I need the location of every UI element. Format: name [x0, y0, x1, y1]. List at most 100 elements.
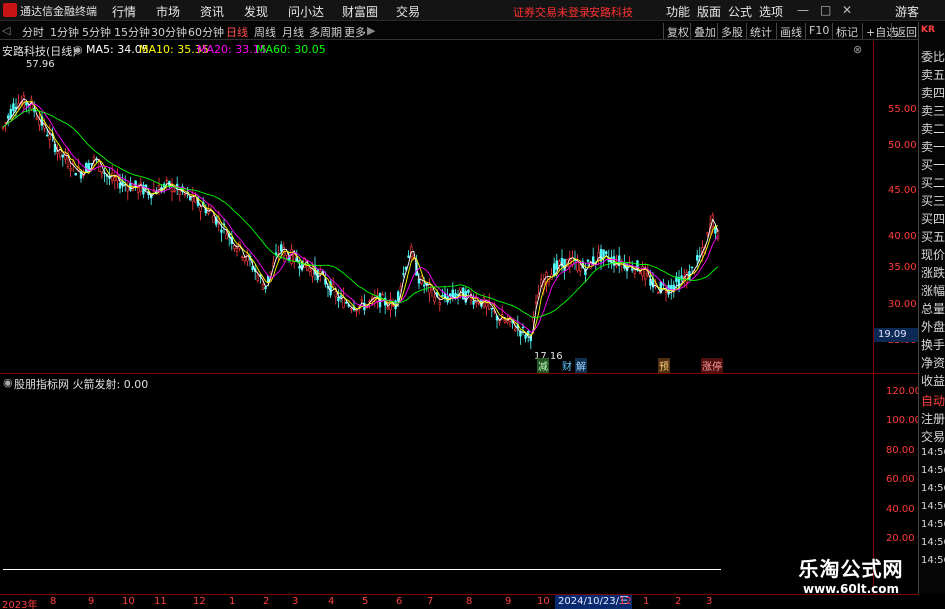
tab-60min[interactable]: 60分钟: [188, 24, 224, 40]
candle-body: [251, 266, 254, 270]
candle-body: [342, 296, 345, 308]
candle-body: [438, 302, 441, 306]
watermark: 乐淘公式网 www.60lt.com: [784, 553, 918, 598]
menu-functions[interactable]: 功能: [666, 3, 690, 20]
multi-stock-button[interactable]: 多股: [717, 23, 746, 39]
f10-button[interactable]: F10: [805, 23, 832, 39]
signal-reduce-badge[interactable]: 减: [537, 358, 549, 373]
mark-button[interactable]: 标记: [832, 23, 861, 39]
candle-body: [45, 134, 49, 137]
tick-time: 14:56: [921, 555, 945, 566]
date-label: 9: [88, 596, 95, 607]
price-tick: 45.00: [888, 185, 917, 196]
candle-body: [69, 168, 72, 171]
back-button[interactable]: 返回: [891, 23, 920, 39]
menu-discover[interactable]: 发现: [244, 3, 268, 20]
app-logo-icon: [3, 3, 17, 17]
tab-daily[interactable]: 日线: [226, 24, 248, 40]
candle-body: [264, 286, 267, 290]
candle-body: [433, 296, 436, 302]
chart-settings-icon[interactable]: ⊗: [853, 43, 862, 56]
tick-time: 14:56: [921, 537, 945, 548]
tab-more[interactable]: 更多: [344, 24, 366, 40]
candle-body: [467, 289, 470, 294]
candle-body: [690, 266, 694, 269]
candle-body: [279, 244, 283, 252]
menu-news[interactable]: 资讯: [200, 3, 224, 20]
kline-chart[interactable]: 安路科技(日线) ◉ MA5: 34.05 MA10: 35.35 MA20: …: [0, 41, 918, 372]
candle-body: [381, 294, 384, 296]
signal-limit-up-badge[interactable]: 涨停: [701, 358, 723, 373]
signal-unlock-badge[interactable]: 解: [575, 358, 587, 373]
draw-line-button[interactable]: 画线: [776, 23, 805, 39]
menu-layout[interactable]: 版面: [697, 3, 721, 20]
statistics-button[interactable]: 统计: [746, 23, 775, 39]
candle-body: [189, 196, 192, 201]
quote-panel[interactable]: KR 委比 卖五 卖四 卖三 卖二 卖一 买一 买二 买三 买四 买五 现价 涨…: [918, 22, 945, 594]
candle-body: [118, 182, 122, 189]
quote-label: 收益: [921, 374, 945, 388]
tab-weekly[interactable]: 周线: [254, 24, 276, 40]
overlay-button[interactable]: 叠加: [690, 23, 719, 39]
candle-body: [235, 248, 239, 252]
candle-body: [100, 171, 104, 174]
ind-tick: 40.00: [886, 504, 915, 515]
candle-body: [422, 284, 426, 287]
signal-forecast-badge[interactable]: 预: [658, 358, 670, 373]
tab-15min[interactable]: 15分钟: [114, 24, 150, 40]
tab-5min[interactable]: 5分钟: [82, 24, 111, 40]
price-tick: 40.00: [888, 231, 917, 242]
indicator-chart[interactable]: ◉ 股朋指标网 火箭发射: 0.00: [0, 373, 918, 594]
candle-body: [630, 268, 634, 271]
signal-finance-badge[interactable]: 财: [561, 358, 573, 373]
candle-body: [448, 293, 452, 297]
tab-multi-period[interactable]: 多周期: [309, 24, 342, 40]
scroll-left-icon[interactable]: ◁: [2, 24, 10, 37]
tab-30min[interactable]: 30分钟: [151, 24, 187, 40]
maximize-icon[interactable]: □: [820, 3, 831, 17]
quote-label: 卖二: [921, 122, 945, 136]
date-label: 8: [50, 596, 57, 607]
candle-body: [344, 302, 348, 304]
menu-formula[interactable]: 公式: [728, 3, 752, 20]
date-label: 10: [122, 596, 135, 607]
tick-time: 14:56: [921, 519, 945, 530]
tab-intraday[interactable]: 分时: [22, 24, 44, 40]
ind-tick: 60.00: [886, 474, 915, 485]
candle-body: [35, 117, 39, 120]
login-status[interactable]: 证券交易未登录: [513, 4, 590, 20]
date-label: 2023年: [2, 600, 38, 609]
quote-label: 涨跌: [921, 266, 945, 280]
candle-body: [513, 328, 517, 332]
register-tab[interactable]: 注册: [921, 410, 945, 427]
menu-wealth-circle[interactable]: 财富圈: [342, 3, 378, 20]
candle-body: [706, 232, 709, 235]
menu-options[interactable]: 选项: [759, 3, 783, 20]
menu-trade[interactable]: 交易: [396, 3, 420, 20]
candle-body: [503, 320, 506, 323]
candle-body: [266, 275, 270, 282]
candle-body: [308, 268, 311, 272]
auto-tab[interactable]: 自动: [921, 392, 945, 409]
tab-1min[interactable]: 1分钟: [50, 24, 79, 40]
more-dropdown-icon[interactable]: ▶: [367, 24, 375, 37]
kline-canvas[interactable]: [0, 41, 873, 372]
minimize-icon[interactable]: —: [797, 3, 809, 17]
date-label: 11: [154, 596, 167, 607]
high-price-label: 57.96: [26, 59, 55, 70]
legend-expand-icon[interactable]: ◉: [73, 43, 83, 56]
trade-tab[interactable]: 交易: [921, 428, 945, 445]
tab-monthly[interactable]: 月线: [282, 24, 304, 40]
menu-quotes[interactable]: 行情: [112, 3, 136, 20]
menu-market[interactable]: 市场: [156, 3, 180, 20]
indicator-expand-icon[interactable]: ◉: [3, 376, 13, 389]
candle-body: [490, 308, 493, 310]
quote-label: 买二: [921, 176, 945, 190]
user-guest[interactable]: 游客: [895, 3, 919, 20]
candle-body: [199, 206, 202, 212]
menu-wenxiaoda[interactable]: 问小达: [288, 3, 324, 20]
close-icon[interactable]: ✕: [842, 3, 852, 17]
adjust-price-button[interactable]: 复权: [663, 23, 692, 39]
quote-label: 委比: [921, 50, 945, 64]
candle-body: [1, 126, 5, 129]
